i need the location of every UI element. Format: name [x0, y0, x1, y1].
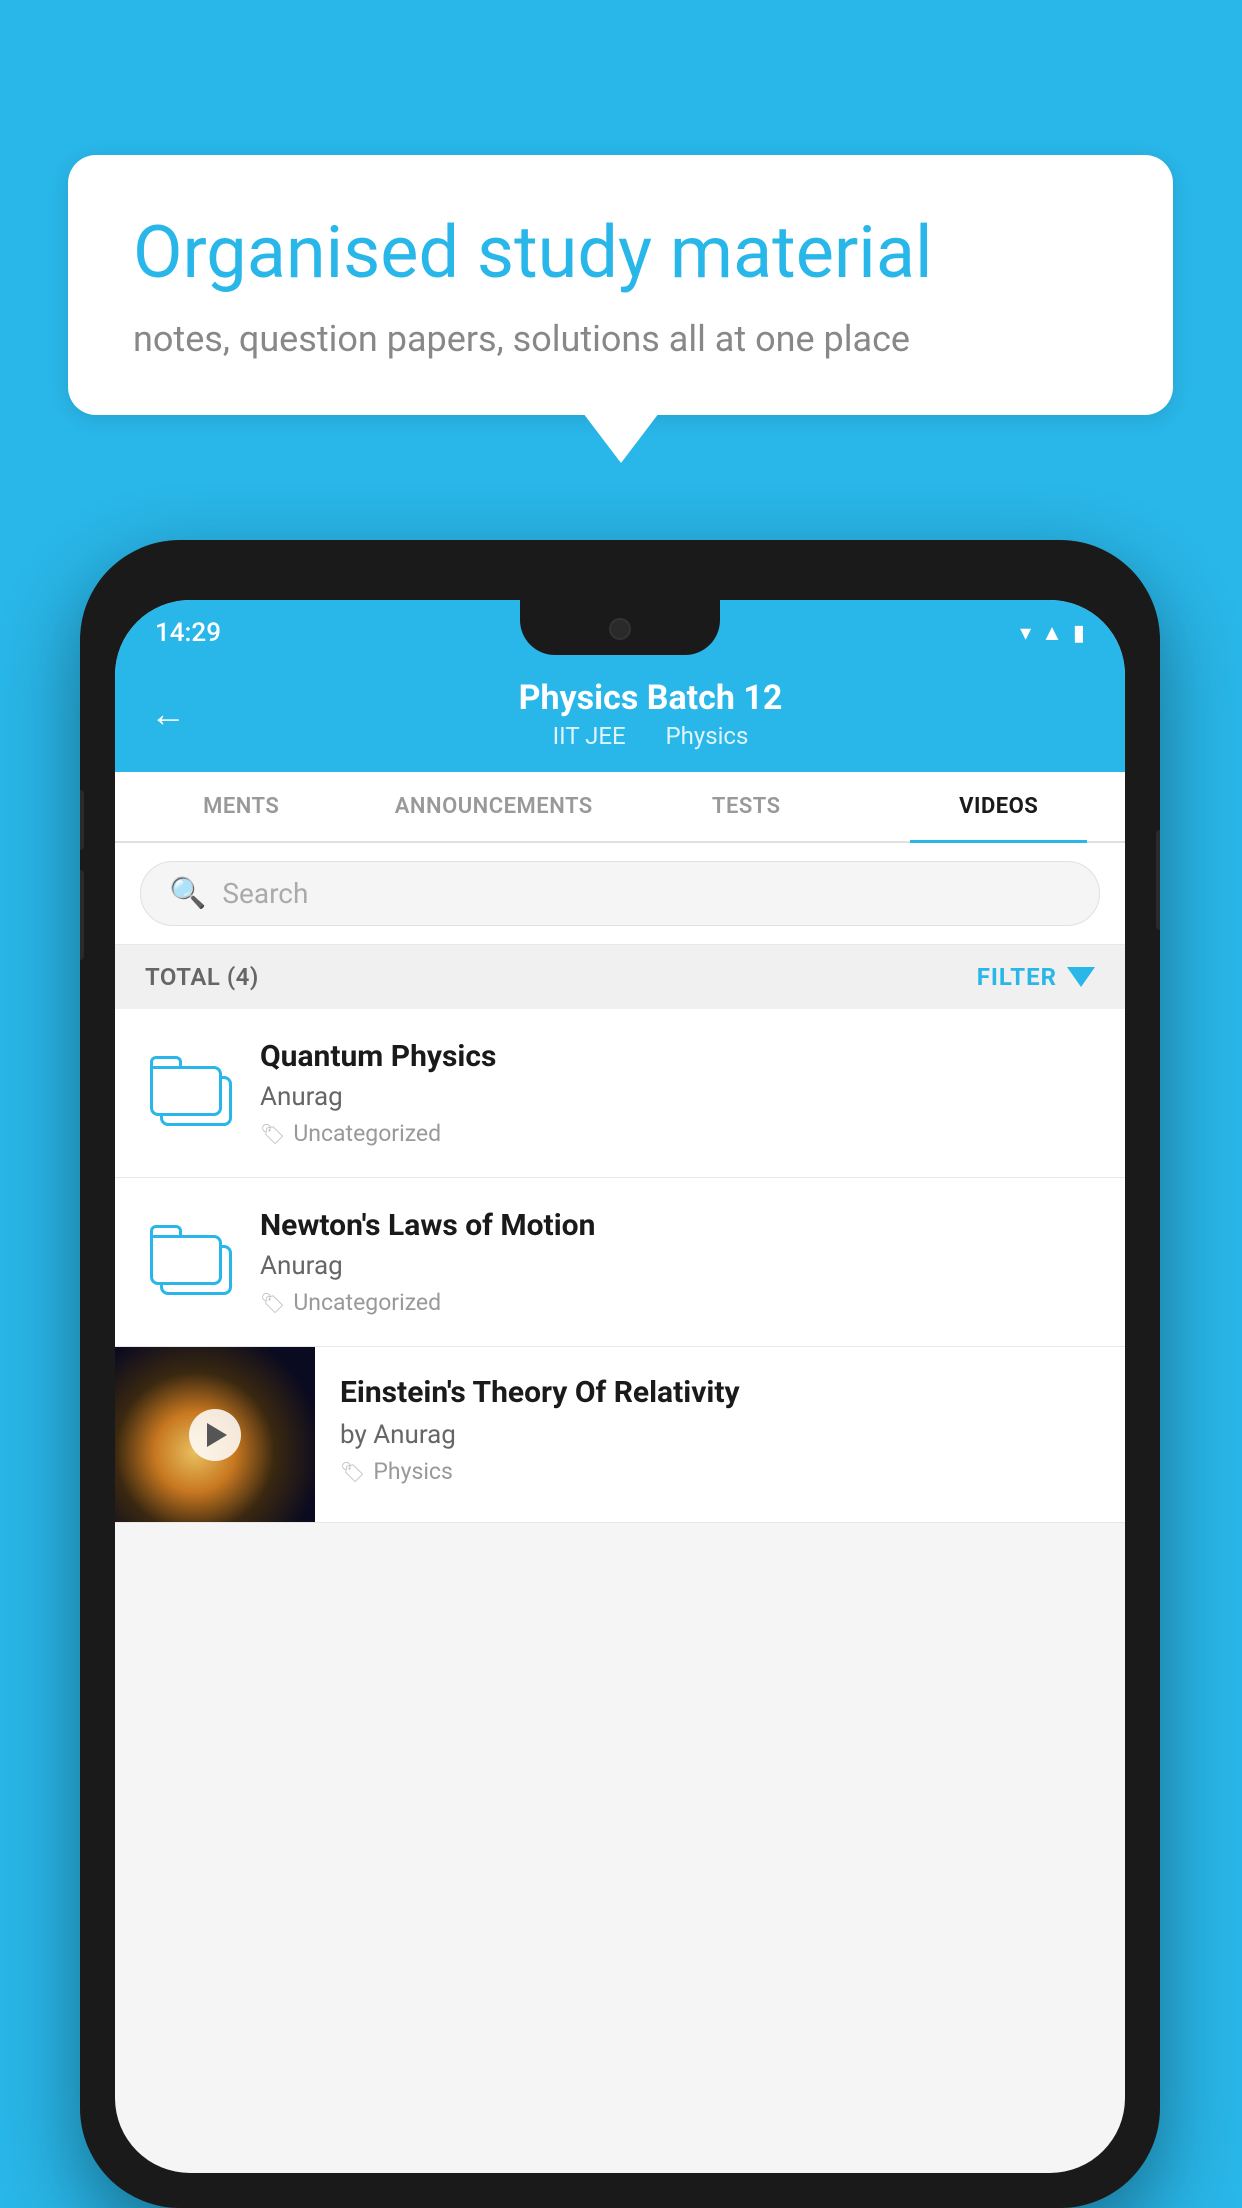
video-item-1[interactable]: Quantum Physics Anurag 🏷 Uncategorized	[115, 1009, 1125, 1178]
video-info-2: Newton's Laws of Motion Anurag 🏷 Uncateg…	[260, 1208, 1095, 1316]
bubble-subtitle: notes, question papers, solutions all at…	[133, 318, 1108, 360]
speech-bubble: Organised study material notes, question…	[68, 155, 1173, 415]
video-tag-label-1: Uncategorized	[293, 1120, 441, 1147]
tab-ments[interactable]: MENTS	[115, 772, 368, 841]
header-title: Physics Batch 12	[211, 678, 1090, 718]
tab-bar: MENTS ANNOUNCEMENTS TESTS VIDEOS	[115, 772, 1125, 843]
app-header: ← Physics Batch 12 IIT JEE Physics	[115, 658, 1125, 772]
play-button-3[interactable]	[189, 1409, 241, 1461]
search-bar-wrap: 🔍 Search	[115, 843, 1125, 945]
battery-icon: ▮	[1073, 621, 1085, 646]
phone-frame: 14:29 ▾ ▲ ▮ ← Physics Batch 12 IIT JEE P…	[80, 540, 1160, 2208]
tag-icon-1: 🏷	[260, 1122, 285, 1146]
tag-icon-2: 🏷	[260, 1291, 285, 1315]
tag-icon-3: 🏷	[340, 1460, 365, 1484]
status-icons: ▾ ▲ ▮	[1020, 620, 1085, 646]
video-author-2: Anurag	[260, 1251, 1095, 1281]
header-subtitle2: Physics	[665, 722, 748, 750]
tab-announcements[interactable]: ANNOUNCEMENTS	[368, 772, 621, 841]
video-info-3: Einstein's Theory Of Relativity by Anura…	[315, 1347, 1125, 1513]
video-item-2[interactable]: Newton's Laws of Motion Anurag 🏷 Uncateg…	[115, 1178, 1125, 1347]
video-tag-label-3: Physics	[373, 1458, 452, 1485]
back-button[interactable]: ←	[150, 693, 186, 735]
video-title-2: Newton's Laws of Motion	[260, 1208, 1095, 1243]
video-title-3: Einstein's Theory Of Relativity	[340, 1375, 1100, 1410]
volume-down-button[interactable]	[80, 870, 84, 960]
video-thumbnail-3	[115, 1347, 315, 1522]
status-time: 14:29	[155, 618, 221, 648]
power-button[interactable]	[1156, 830, 1160, 930]
play-triangle-3	[207, 1423, 227, 1447]
search-icon: 🔍	[169, 876, 206, 911]
header-title-block: Physics Batch 12 IIT JEE Physics	[211, 678, 1090, 750]
phone-screen: 14:29 ▾ ▲ ▮ ← Physics Batch 12 IIT JEE P…	[115, 600, 1125, 2173]
header-subtitle1: IIT JEE	[553, 722, 626, 750]
video-tag-2: 🏷 Uncategorized	[260, 1289, 1095, 1316]
search-bar[interactable]: 🔍 Search	[140, 861, 1100, 926]
wifi-icon: ▾	[1020, 621, 1031, 646]
notch	[520, 600, 720, 655]
video-icon-wrap-2	[145, 1225, 235, 1300]
folder-icon-1	[150, 1056, 230, 1131]
filter-button[interactable]: FILTER	[977, 963, 1095, 991]
video-author-1: Anurag	[260, 1082, 1095, 1112]
front-camera	[609, 618, 631, 640]
volume-up-button[interactable]	[80, 790, 84, 850]
video-author-3: by Anurag	[340, 1420, 1100, 1450]
filter-label: FILTER	[977, 963, 1057, 991]
video-info-1: Quantum Physics Anurag 🏷 Uncategorized	[260, 1039, 1095, 1147]
header-subtitle: IIT JEE Physics	[211, 722, 1090, 750]
folder-icon-2	[150, 1225, 230, 1300]
folder-front-2	[150, 1225, 222, 1285]
video-icon-wrap-1	[145, 1056, 235, 1131]
video-list: Quantum Physics Anurag 🏷 Uncategorized	[115, 1009, 1125, 1523]
filter-icon	[1067, 967, 1095, 987]
folder-front-1	[150, 1056, 222, 1116]
filter-row: TOTAL (4) FILTER	[115, 945, 1125, 1009]
signal-icon: ▲	[1041, 620, 1063, 646]
video-tag-1: 🏷 Uncategorized	[260, 1120, 1095, 1147]
tab-videos[interactable]: VIDEOS	[873, 772, 1126, 841]
total-label: TOTAL (4)	[145, 963, 259, 991]
bubble-title: Organised study material	[133, 210, 1108, 296]
video-item-3[interactable]: Einstein's Theory Of Relativity by Anura…	[115, 1347, 1125, 1523]
video-tag-3: 🏷 Physics	[340, 1458, 1100, 1485]
search-input[interactable]: Search	[222, 877, 308, 910]
video-tag-label-2: Uncategorized	[293, 1289, 441, 1316]
video-title-1: Quantum Physics	[260, 1039, 1095, 1074]
tab-tests[interactable]: TESTS	[620, 772, 873, 841]
